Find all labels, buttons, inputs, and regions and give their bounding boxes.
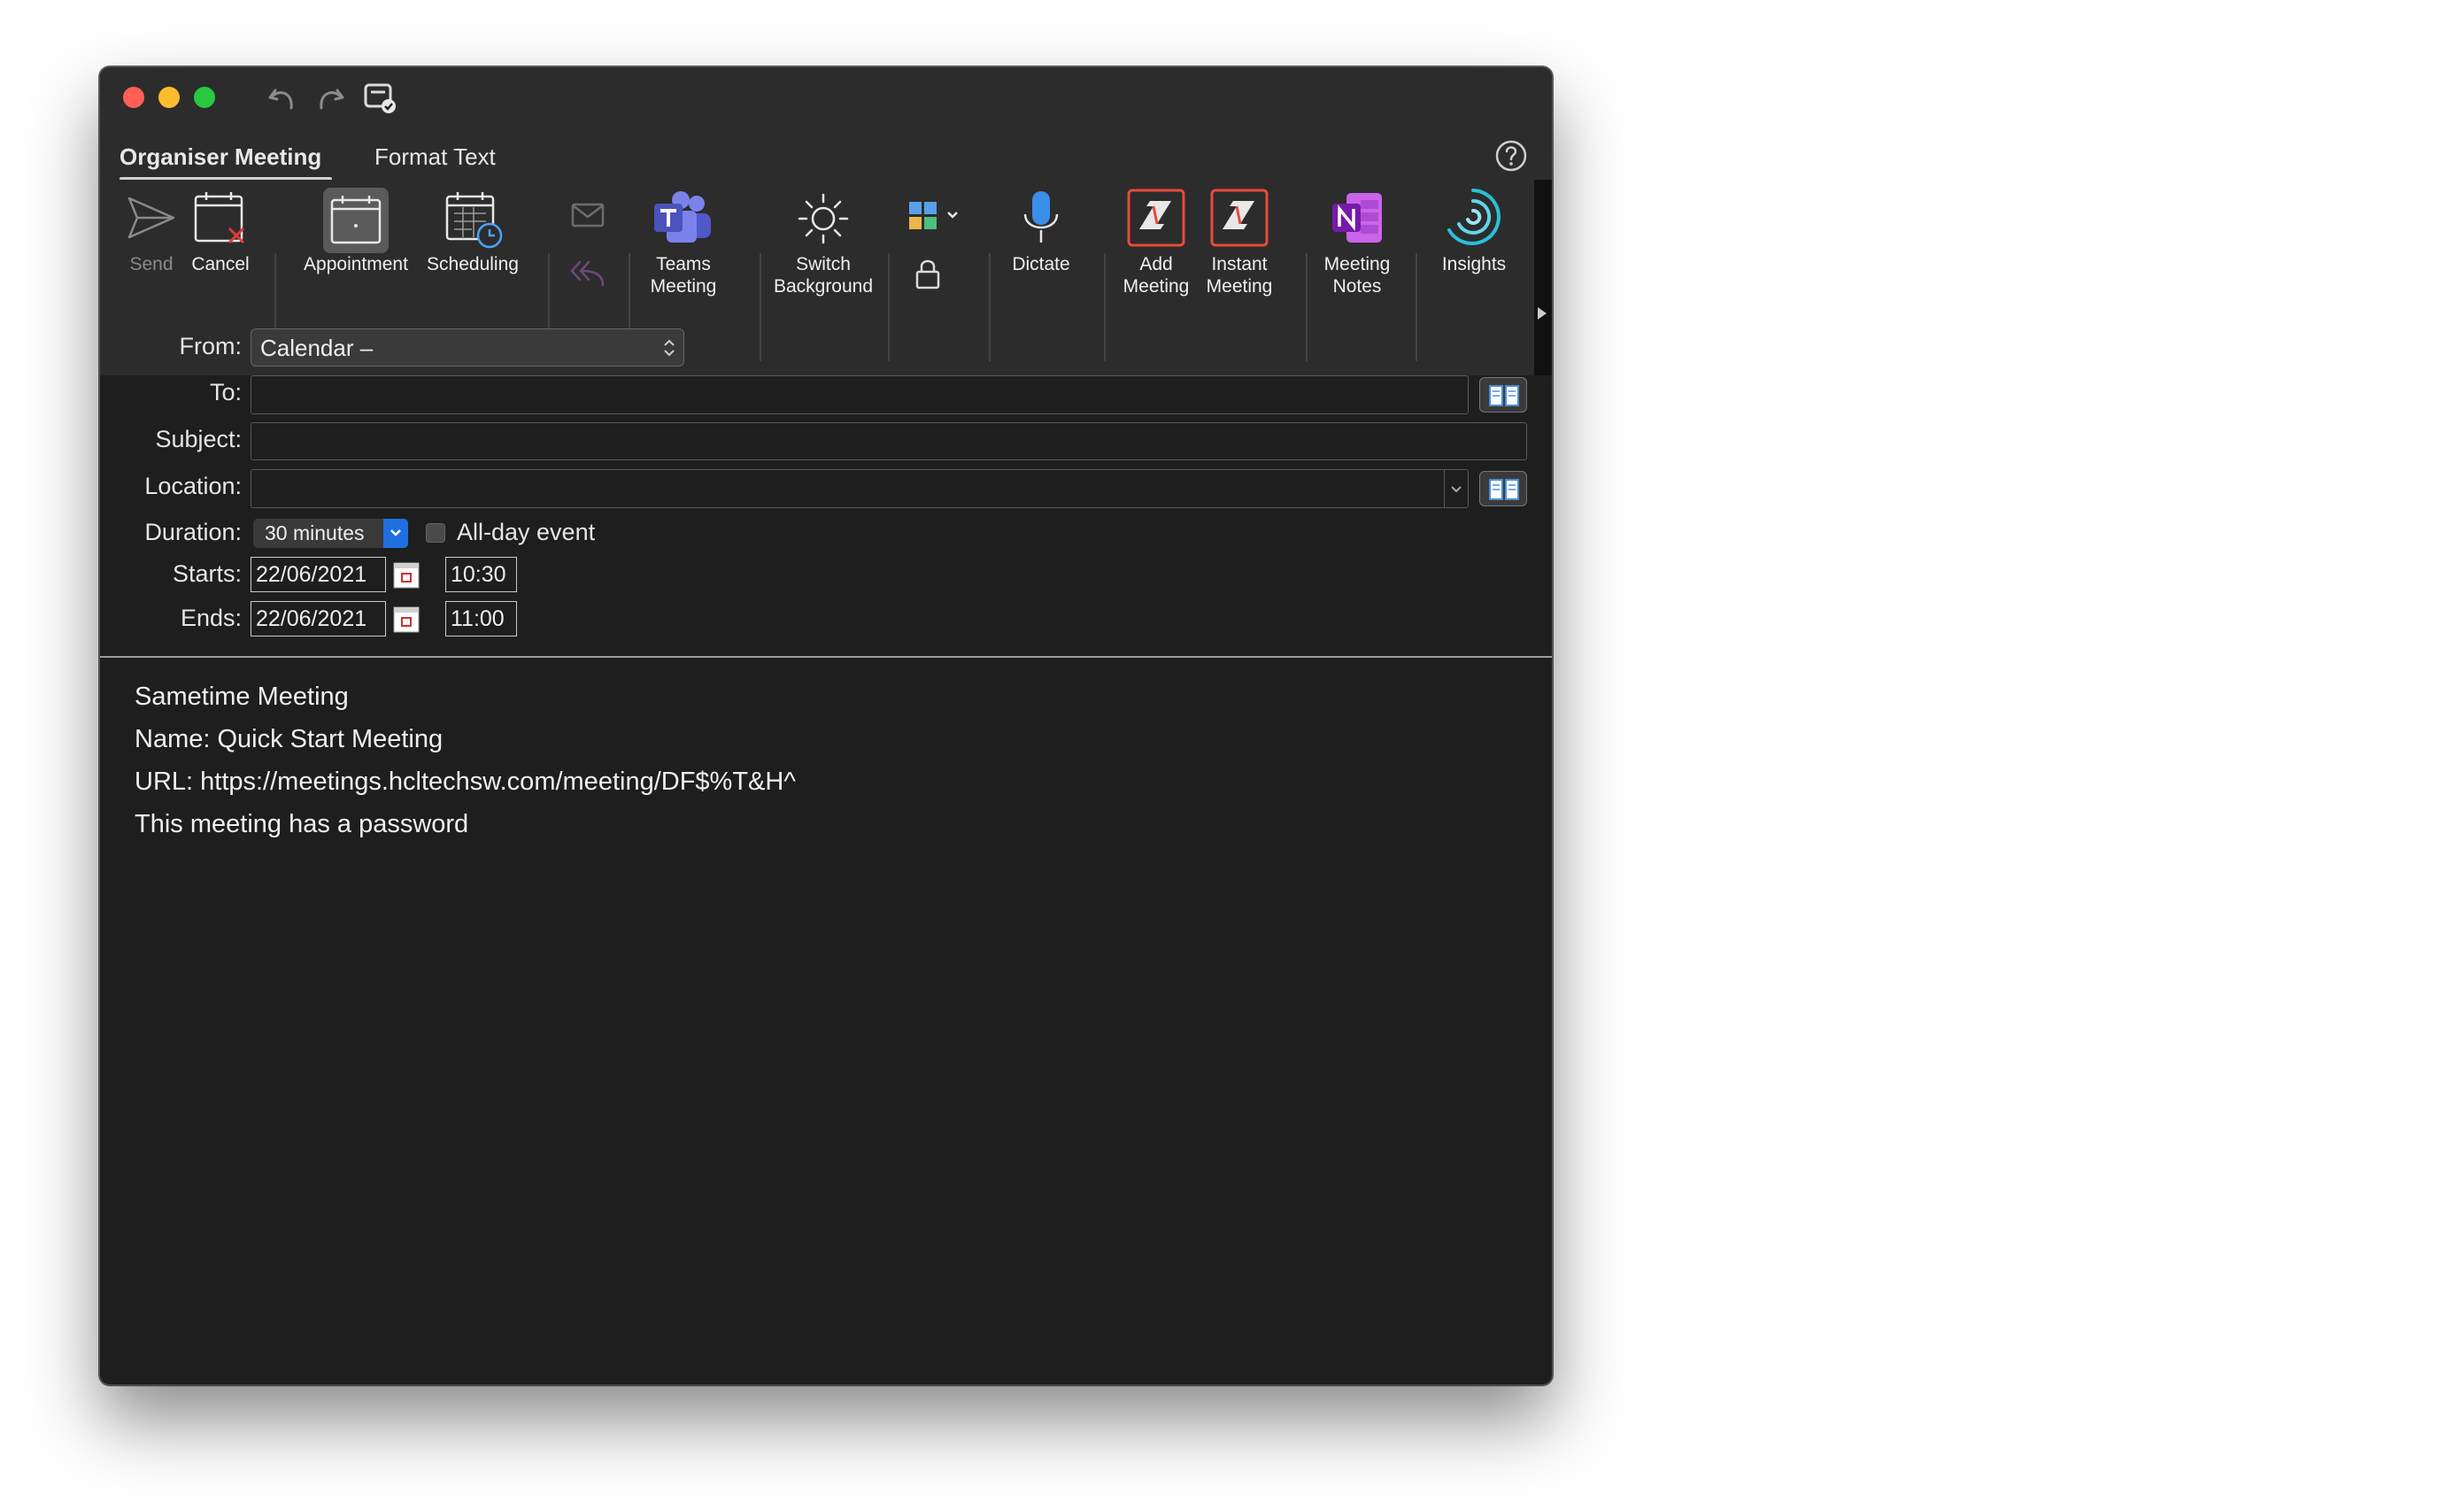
duration-select[interactable]: 30 minutes [253,519,408,548]
from-label: From: [179,333,243,359]
toolbar-separator [888,253,890,361]
body-line: Name: Quick Start Meeting [135,725,444,753]
title-bar [100,67,1552,125]
duration-dropdown-button[interactable] [383,519,408,548]
undo-icon[interactable] [265,80,300,115]
address-book-location-button[interactable] [1479,471,1527,506]
email-icon[interactable] [571,202,605,228]
address-book-icon [1489,479,1519,500]
all-day-label: All-day event [457,519,596,545]
from-select[interactable]: Calendar – [251,328,684,366]
calendar-cancel-icon [194,192,245,244]
to-label: To: [209,379,242,405]
sun-icon [798,193,849,244]
end-time-input[interactable]: 11:00 [445,601,517,636]
microphone-icon [1023,191,1059,243]
end-date-input[interactable]: 22/06/2021 [251,601,386,636]
chevron-down-icon [1451,486,1462,493]
location-input[interactable] [251,469,1469,508]
start-time-input[interactable]: 10:30 [445,557,517,592]
location-label: Location: [144,473,242,499]
subject-label: Subject: [155,426,242,452]
subject-input[interactable] [251,422,1527,460]
all-day-checkbox[interactable] [426,523,445,543]
reply-all-icon[interactable] [569,257,606,289]
chevron-right-icon [1538,307,1547,320]
ends-label: Ends: [180,605,242,631]
redo-icon[interactable] [312,80,348,115]
body-line: Sametime Meeting [135,683,349,711]
from-value: Calendar – [260,335,374,361]
starts-label: Starts: [172,560,242,587]
insights-icon [1447,189,1501,245]
sametime-add-icon [1127,189,1185,247]
start-date-input[interactable]: 22/06/2021 [251,557,386,592]
body-line: This meeting has a password [135,810,469,838]
updown-chevron-icon [664,339,675,357]
address-book-to-button[interactable] [1479,377,1527,413]
chevron-down-icon [390,529,401,536]
send-icon [127,197,175,239]
date-picker-icon[interactable] [392,561,420,590]
duration-label: Duration: [144,519,242,545]
message-body[interactable]: Sametime Meeting Name: Quick Start Meeti… [100,658,1552,1385]
close-window-button[interactable] [123,87,144,108]
location-dropdown-button[interactable] [1444,470,1468,507]
onenote-icon [1332,193,1382,243]
maximize-window-button[interactable] [194,87,215,108]
calendar-clock-icon [445,192,503,249]
to-input[interactable] [251,375,1469,414]
body-line: URL: https://meetings.hcltechsw.com/meet… [135,768,796,796]
save-icon[interactable] [362,80,397,115]
help-icon[interactable] [1493,138,1529,174]
toolbar-scroll-button[interactable] [1534,180,1552,375]
sametime-instant-icon [1210,189,1269,247]
address-book-icon [1489,385,1519,406]
minimize-window-button[interactable] [158,87,180,108]
apps-dropdown-icon[interactable] [907,200,961,235]
tab-format-text[interactable]: Format Text [374,143,496,171]
meeting-window: Organiser Meeting Format Text Send Cance… [99,66,1553,1385]
calendar-icon [330,196,382,244]
duration-value: 30 minutes [265,521,365,544]
tab-organiser-meeting[interactable]: Organiser Meeting [120,143,321,171]
lock-icon[interactable] [913,256,943,291]
date-picker-icon[interactable] [392,606,420,634]
teams-icon [654,191,711,243]
